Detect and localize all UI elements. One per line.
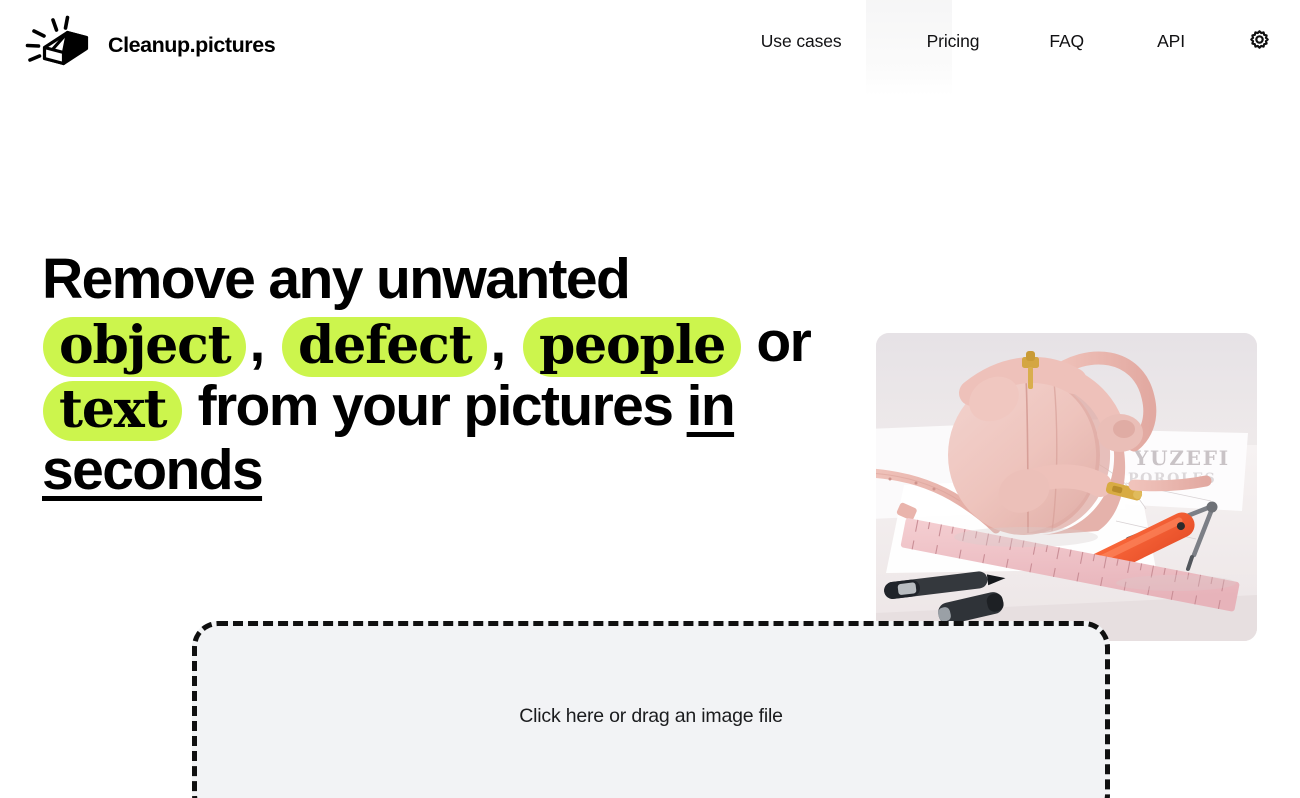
headline-comma-2: , bbox=[490, 310, 506, 374]
headline-line-1: Remove any unwanted bbox=[42, 247, 631, 311]
eraser-sparkle-icon bbox=[22, 14, 94, 76]
headline-underline-in: in bbox=[686, 374, 736, 438]
nav-item-api[interactable]: API bbox=[1157, 27, 1185, 56]
svg-text:YUZEFI: YUZEFI bbox=[1133, 446, 1230, 470]
dropzone-label: Click here or drag an image file bbox=[519, 705, 783, 727]
brand-logo-link[interactable]: Cleanup.pictures bbox=[22, 14, 276, 76]
image-dropzone[interactable]: Click here or drag an image file bbox=[192, 621, 1110, 798]
headline-line-3: from your pictures bbox=[197, 374, 674, 438]
headline-highlight-people: people bbox=[523, 317, 742, 377]
headline-comma-1: , bbox=[249, 310, 265, 374]
nav-item-pricing[interactable]: Pricing bbox=[927, 27, 980, 56]
page-title: Remove any unwanted object, defect, peop… bbox=[42, 248, 842, 502]
nav-item-faq[interactable]: FAQ bbox=[1049, 27, 1084, 56]
gear-icon bbox=[1247, 27, 1272, 55]
nav-item-use-cases[interactable]: Use cases bbox=[761, 27, 842, 56]
brand-name-text: Cleanup.pictures bbox=[108, 32, 276, 57]
headline-highlight-defect: defect bbox=[282, 317, 488, 377]
hero-image: YUZEFI POROLES bbox=[876, 333, 1257, 641]
settings-button[interactable] bbox=[1244, 26, 1274, 56]
headline-connector-or: or bbox=[756, 310, 811, 374]
headline-underline-seconds: seconds bbox=[42, 438, 264, 502]
page-root: Cleanup.pictures Use cases Pricing FAQ A… bbox=[0, 0, 1300, 798]
headline-highlight-text: text bbox=[43, 381, 183, 441]
main-navigation: Use cases Pricing FAQ API bbox=[761, 27, 1274, 56]
headline-highlight-object: object bbox=[43, 317, 247, 377]
top-header: Cleanup.pictures Use cases Pricing FAQ A… bbox=[0, 0, 1300, 96]
